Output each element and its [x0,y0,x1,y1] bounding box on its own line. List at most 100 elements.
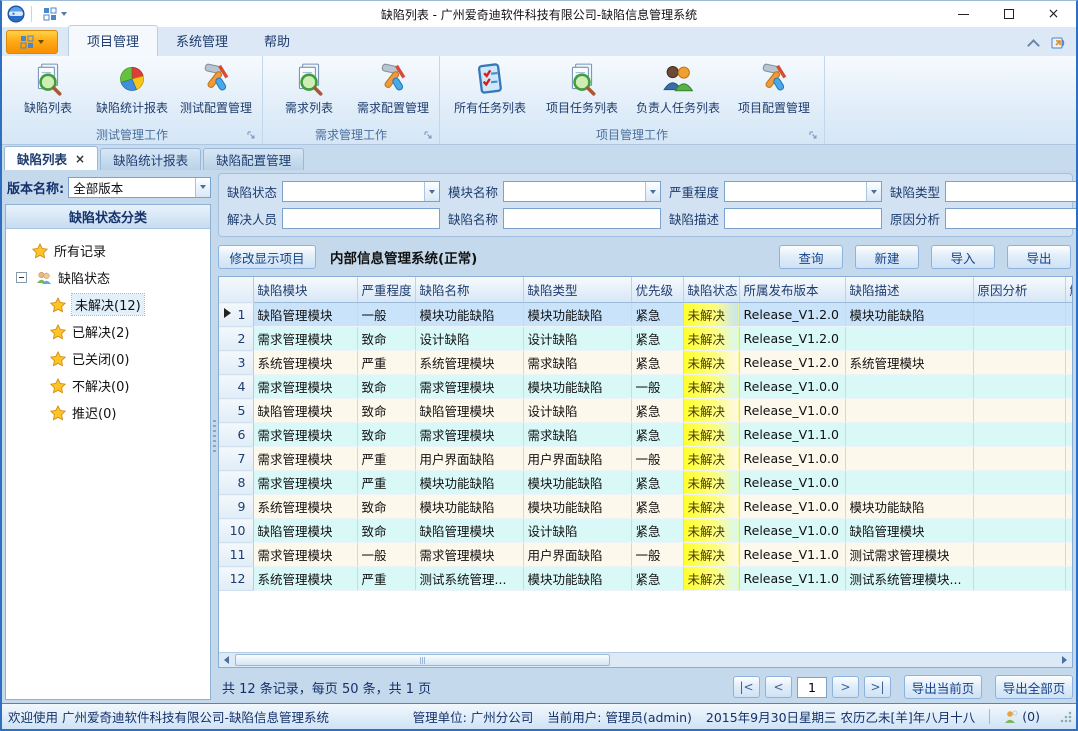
cell[interactable]: Release_V1.1.0 [739,567,845,591]
cell[interactable]: 紧急 [631,519,683,543]
column-header-defect-name[interactable]: 缺陷名称 [415,277,523,303]
cell[interactable] [973,447,1065,471]
cell[interactable]: 紧急 [631,303,683,327]
cell[interactable]: Release_V1.2.0 [739,351,845,375]
cell[interactable] [973,399,1065,423]
table-row[interactable]: 9 系统管理模块致命 模块功能缺陷模块功能缺陷 紧急未解决 Release_V1… [219,495,1073,519]
status-cell[interactable]: 未解决 [683,447,739,471]
cell[interactable] [1065,519,1073,543]
export-button[interactable]: 导出 [1007,245,1071,269]
cell[interactable] [973,495,1065,519]
cell[interactable]: 致命 [357,375,415,399]
test-config-mgmt-button[interactable]: 测试配置管理 [174,59,258,124]
cell[interactable]: 设计缺陷 [523,399,631,423]
defect-desc-input[interactable] [724,208,882,229]
column-header-defect-status[interactable]: 缺陷状态 [683,277,739,303]
cell[interactable]: 紧急 [631,471,683,495]
module-name-combo[interactable] [503,181,661,202]
cause-analysis-input[interactable] [945,208,1078,229]
cell[interactable] [845,399,973,423]
column-header-priority[interactable]: 优先级 [631,277,683,303]
status-cell[interactable]: 未解决 [683,471,739,495]
defect-status-combo[interactable] [282,181,440,202]
cell[interactable] [845,447,973,471]
cell[interactable]: 一般 [357,543,415,567]
close-tab-icon[interactable]: × [75,153,85,165]
cell[interactable] [973,375,1065,399]
row-number[interactable]: 11 [219,543,253,567]
cell[interactable]: 紧急 [631,495,683,519]
cell[interactable]: 紧急 [631,399,683,423]
cell[interactable]: 模块功能缺陷 [523,303,631,327]
severity-combo[interactable] [724,181,882,202]
ribbon-tab-help[interactable]: 帮助 [246,26,308,56]
chevron-down-icon[interactable] [424,182,439,201]
modify-columns-button[interactable]: 修改显示项目 [218,245,316,269]
requirement-list-button[interactable]: 需求列表 [267,59,351,124]
cell[interactable]: 紧急 [631,423,683,447]
defect-name-input[interactable] [503,208,661,229]
import-button[interactable]: 导入 [931,245,995,269]
first-page-button[interactable]: |< [733,676,760,698]
cell[interactable] [973,327,1065,351]
status-cell[interactable]: 未解决 [683,543,739,567]
page-number-input[interactable] [797,677,827,698]
chevron-down-icon[interactable] [645,182,660,201]
export-current-page-button[interactable]: 导出当前页 [904,675,982,699]
status-cell[interactable]: 未解决 [683,567,739,591]
cell[interactable] [1065,471,1073,495]
cell[interactable]: 需求管理模块 [253,375,357,399]
cell[interactable]: 缺陷管理模块 [253,399,357,423]
column-header-defect-module[interactable]: 缺陷模块 [253,277,357,303]
table-row[interactable]: 6 需求管理模块致命 需求管理模块需求缺陷 紧急未解决 Release_V1.1… [219,423,1073,447]
cell[interactable]: 模块功能缺陷 [523,495,631,519]
project-config-mgmt-button[interactable]: 项目配置管理 [728,59,820,124]
export-all-pages-button[interactable]: 导出全部页 [995,675,1073,699]
defect-type-combo[interactable] [945,181,1078,202]
resolver-input[interactable] [282,208,440,229]
cell[interactable]: Release_V1.2.0 [739,327,845,351]
column-header-severity[interactable]: 严重程度 [357,277,415,303]
cell[interactable]: 测试系统管理... [415,567,523,591]
message-counter[interactable]: (0) [1004,709,1040,724]
cell[interactable] [1065,375,1073,399]
cell[interactable]: 一般 [631,375,683,399]
row-number[interactable]: 12 [219,567,253,591]
cell[interactable]: 系统管理模块 [415,351,523,375]
cell[interactable] [973,471,1065,495]
cell[interactable]: Release_V1.0.0 [739,519,845,543]
cell[interactable] [973,351,1065,375]
ribbon-tab-system-mgmt[interactable]: 系统管理 [158,26,246,56]
window-style-icon[interactable] [1050,35,1066,51]
cell[interactable]: 模块功能缺陷 [415,303,523,327]
row-number[interactable]: 10 [219,519,253,543]
query-button[interactable]: 查询 [779,245,843,269]
prev-page-button[interactable]: < [765,676,792,698]
scrollbar-thumb[interactable] [235,654,610,666]
requirement-config-mgmt-button[interactable]: 需求配置管理 [351,59,435,124]
cell[interactable]: 需求缺陷 [523,351,631,375]
cell[interactable]: 严重 [357,567,415,591]
application-menu-button[interactable] [6,30,58,54]
panel-splitter[interactable] [211,173,218,700]
cell[interactable]: 需求管理模块 [253,543,357,567]
table-row[interactable]: 5 缺陷管理模块致命 缺陷管理模块设计缺陷 紧急未解决 Release_V1.0… [219,399,1073,423]
dialog-launcher-icon[interactable] [424,131,433,140]
doc-tab-defect-config[interactable]: 缺陷配置管理 [203,148,304,170]
cell[interactable]: 模块功能缺陷 [415,495,523,519]
minimize-button[interactable] [941,1,986,27]
cell[interactable]: 缺陷管理模块 [253,519,357,543]
cell[interactable]: 致命 [357,519,415,543]
cell[interactable]: 用户界面缺陷 [523,543,631,567]
last-page-button[interactable]: >| [864,676,891,698]
doc-tab-defect-stats[interactable]: 缺陷统计报表 [100,148,201,170]
cell[interactable]: 模块功能缺陷 [523,471,631,495]
row-number[interactable]: 2 [219,327,253,351]
cell[interactable] [973,303,1065,327]
tree-item-closed[interactable]: 已关闭(0) [8,345,208,372]
cell[interactable] [973,519,1065,543]
cell[interactable]: 测试需求管理模块 [845,543,973,567]
resize-grip-icon[interactable] [1060,711,1072,723]
status-cell[interactable]: 未解决 [683,303,739,327]
tree-item-postponed[interactable]: 推迟(0) [8,399,208,426]
